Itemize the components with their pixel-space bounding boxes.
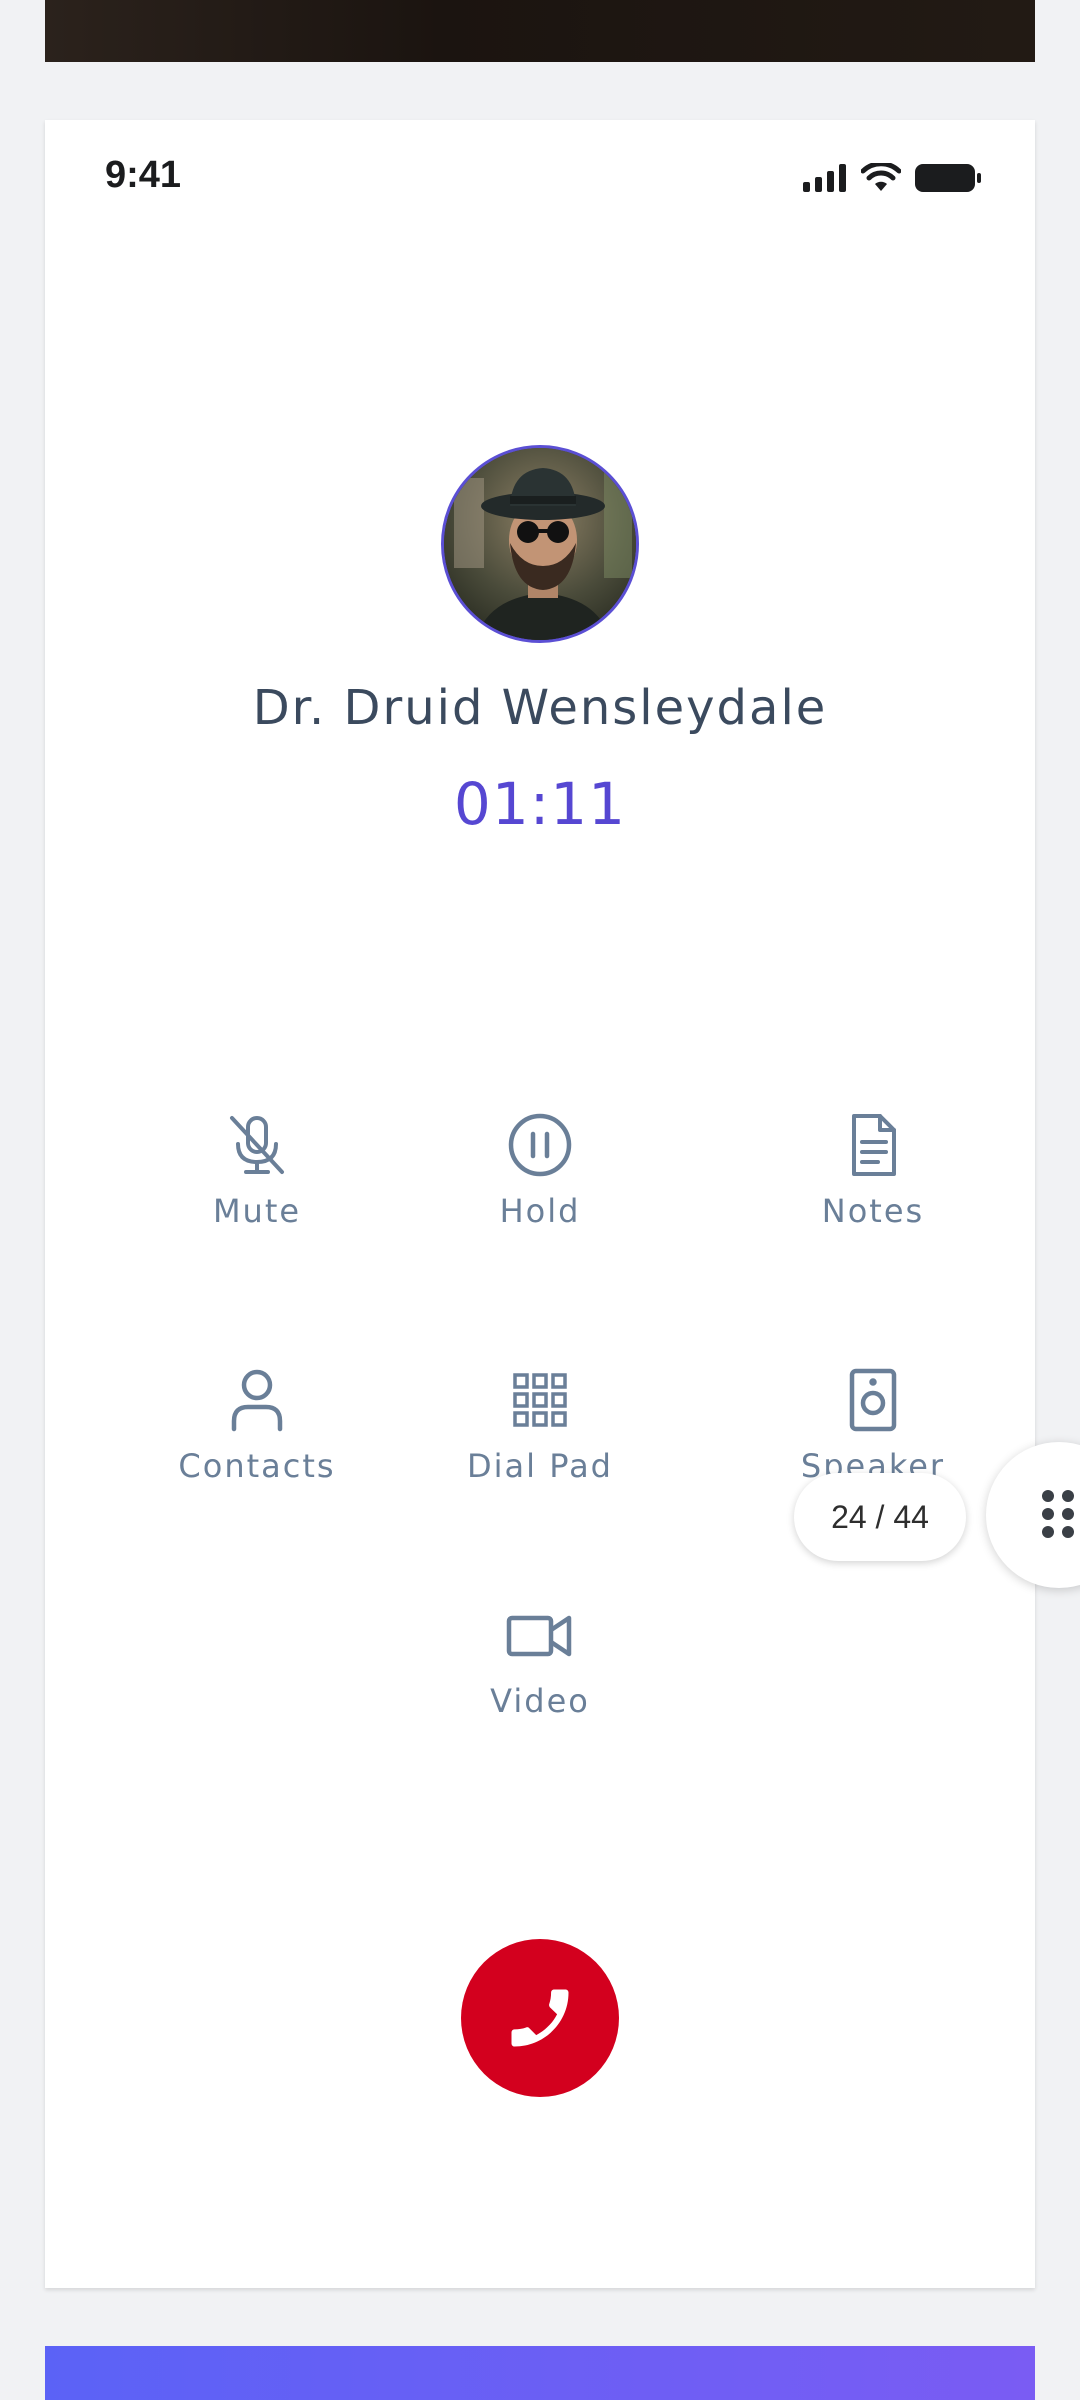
- drag-handle-icon: [1042, 1490, 1074, 1538]
- end-call-button[interactable]: [461, 1939, 619, 2097]
- speaker-button[interactable]: Speaker: [743, 1365, 1003, 1485]
- hold-button[interactable]: Hold: [410, 1110, 670, 1230]
- notes-button[interactable]: Notes: [743, 1110, 1003, 1230]
- contacts-label: Contacts: [178, 1447, 336, 1485]
- previous-card-image: [45, 0, 1035, 62]
- phone-icon: [511, 1989, 569, 2047]
- keypad-icon: [513, 1373, 567, 1427]
- mute-button[interactable]: Mute: [127, 1110, 387, 1230]
- signal-icon: [803, 164, 846, 192]
- video-button[interactable]: Video: [410, 1600, 670, 1720]
- page-counter-label: 24 / 44: [831, 1498, 929, 1535]
- mic-off-icon: [230, 1116, 284, 1174]
- mute-label: Mute: [212, 1192, 302, 1230]
- contacts-button[interactable]: Contacts: [127, 1365, 387, 1485]
- hold-label: Hold: [499, 1192, 581, 1230]
- caller-photo: [444, 448, 636, 640]
- wifi-icon: [861, 163, 901, 191]
- document-icon: [852, 1114, 896, 1176]
- next-card-preview: [45, 2346, 1035, 2400]
- speaker-icon: [849, 1368, 897, 1432]
- dial-pad-button[interactable]: Dial Pad: [410, 1365, 670, 1485]
- caller-avatar: [441, 445, 639, 643]
- dial-pad-label: Dial Pad: [467, 1447, 613, 1485]
- call-duration: 01:11: [453, 770, 627, 838]
- call-screen: 9:41 Dr. Druid Wensleydale 01:11 Mute Ho…: [45, 120, 1035, 2288]
- video-label: Video: [490, 1682, 590, 1720]
- battery-icon: [915, 164, 981, 192]
- video-camera-icon: [506, 1615, 572, 1657]
- caller-name: Dr. Druid Wensleydale: [252, 680, 828, 736]
- status-bar: 9:41: [45, 120, 1035, 240]
- status-time: 9:41: [105, 154, 182, 196]
- user-icon: [231, 1369, 283, 1432]
- page-counter: 24 / 44: [794, 1473, 966, 1561]
- pause-circle-icon: [508, 1113, 572, 1177]
- notes-label: Notes: [821, 1192, 925, 1230]
- status-icons: [803, 162, 983, 194]
